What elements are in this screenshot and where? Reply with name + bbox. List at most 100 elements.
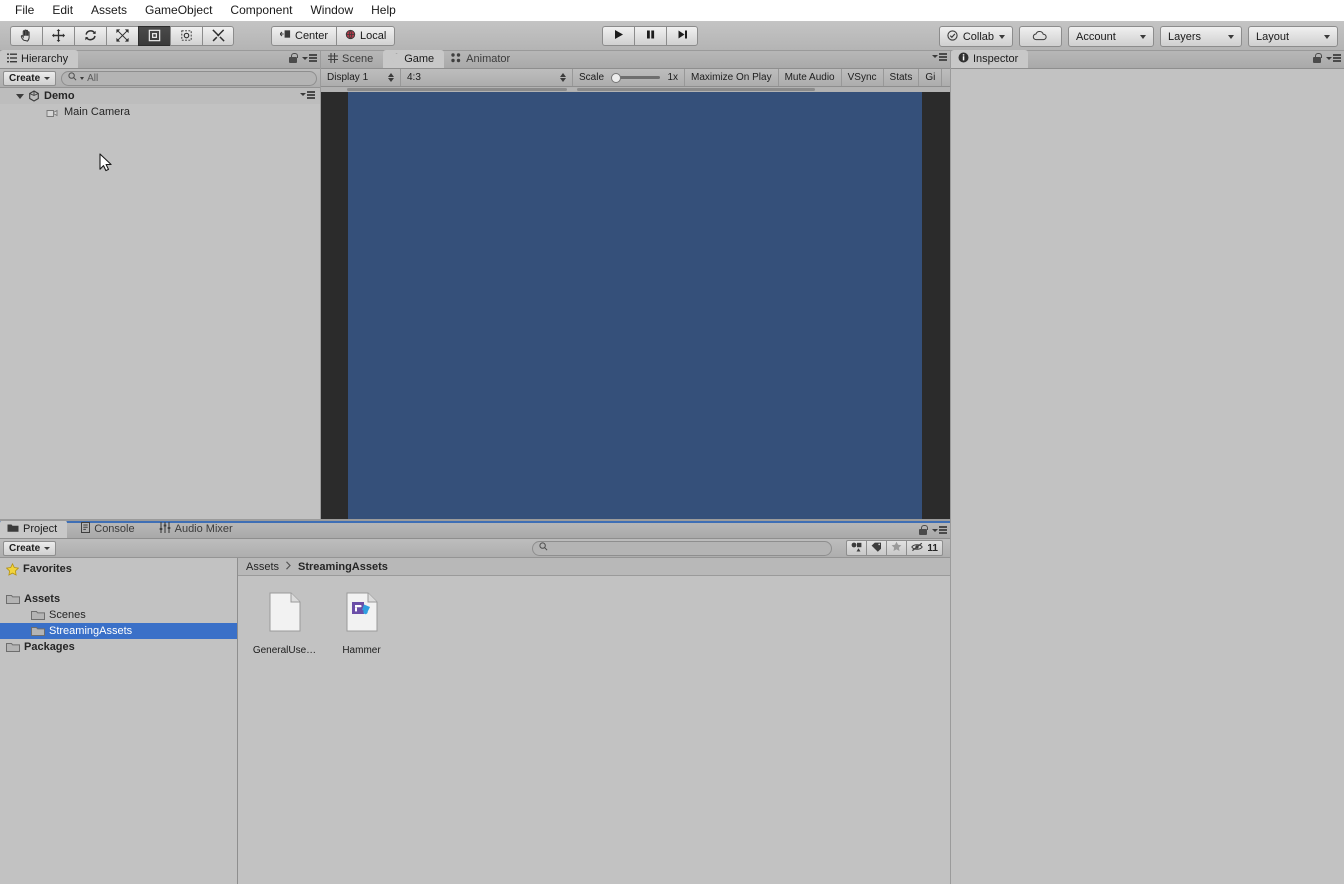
menu-file[interactable]: File (6, 1, 43, 20)
hierarchy-scene-row[interactable]: Demo (0, 88, 320, 104)
inspector-tabbar-actions (1313, 53, 1341, 63)
rotate-tool-button[interactable] (74, 25, 106, 46)
menu-component[interactable]: Component (221, 1, 301, 20)
project-tree-item-label: Packages (24, 641, 75, 653)
project-search-input[interactable] (532, 540, 833, 556)
project-tree-item-streamingassets[interactable]: StreamingAssets (0, 623, 237, 639)
tab-audio-mixer[interactable]: Audio Mixer (152, 520, 243, 538)
asset-item-label: GeneralUse… (252, 645, 317, 656)
vsync-toggle[interactable]: VSync (842, 69, 884, 86)
menu-window[interactable]: Window (301, 1, 362, 20)
stats-toggle[interactable]: Stats (884, 69, 920, 86)
play-button[interactable] (602, 26, 634, 46)
blank-document-icon (269, 592, 301, 635)
game-view-panel: Scene Game Animator Display 1 4:3 Scale … (321, 50, 950, 536)
project-tree-item-scenes[interactable]: Scenes (0, 607, 237, 623)
project-filter-group: 11 (846, 540, 943, 556)
lock-icon[interactable] (919, 525, 928, 535)
stats-label: Stats (889, 72, 913, 83)
hierarchy-item-main-camera[interactable]: Main Camera (0, 104, 320, 120)
hand-tool-button[interactable] (10, 25, 42, 46)
filter-by-type-button[interactable] (846, 540, 868, 556)
project-tree-item-favorites[interactable]: Favorites (0, 561, 237, 577)
menu-edit[interactable]: Edit (43, 1, 82, 20)
custom-tool-button[interactable] (202, 25, 234, 46)
chevron-down-icon (44, 546, 51, 550)
hierarchy-search-input[interactable]: All (61, 70, 317, 86)
services-cloud-button[interactable] (1019, 26, 1062, 47)
project-toolbar: Create 11 (0, 539, 950, 558)
account-button[interactable]: Account (1068, 26, 1154, 47)
tab-scene-label: Scene (342, 53, 374, 65)
project-options-button[interactable] (932, 526, 947, 534)
scale-slider-knob[interactable] (611, 72, 622, 83)
chevron-down-icon[interactable] (16, 93, 24, 99)
tab-inspector[interactable]: Inspector (951, 50, 1029, 68)
project-tree-item-assets[interactable]: Assets (0, 591, 237, 607)
game-view-render[interactable] (348, 92, 922, 523)
game-view-stage[interactable] (321, 87, 950, 536)
lock-icon[interactable] (1313, 53, 1322, 63)
gizmos-dropdown[interactable]: Gi (919, 69, 943, 86)
rect-tool-button[interactable] (138, 25, 170, 46)
scale-slider[interactable]: Scale 1x (573, 69, 685, 86)
maximize-on-play-toggle[interactable]: Maximize On Play (685, 69, 779, 86)
tab-animator[interactable]: Animator (444, 50, 520, 68)
space-mode-label: Local (360, 29, 387, 42)
asset-item-generaluse[interactable]: GeneralUse… (246, 592, 323, 656)
layout-button[interactable]: Layout (1248, 26, 1338, 47)
inspector-options-button[interactable] (1326, 54, 1341, 62)
pivot-mode-button[interactable]: Center (271, 25, 337, 46)
hierarchy-options-button[interactable] (302, 54, 317, 62)
lock-icon[interactable] (289, 53, 298, 63)
tab-hierarchy[interactable]: Hierarchy (0, 50, 79, 68)
project-panel: Project Console Audio Mixer Create 11 Fa… (0, 520, 950, 884)
project-create-button[interactable]: Create (3, 540, 57, 556)
favorites-filter-button[interactable] (887, 540, 908, 556)
tab-game[interactable]: Game (383, 50, 445, 68)
globe-local-icon (345, 29, 356, 43)
move-tool-button[interactable] (42, 25, 74, 46)
scale-tool-button[interactable] (106, 25, 138, 46)
tab-project[interactable]: Project (0, 520, 68, 538)
menu-gameobject[interactable]: GameObject (136, 1, 221, 20)
menu-help[interactable]: Help (362, 1, 405, 20)
scale-slider-track[interactable] (611, 72, 661, 83)
search-icon (68, 72, 77, 84)
stepper-icon (388, 73, 394, 82)
collab-button[interactable]: Collab (938, 26, 1013, 47)
layers-button[interactable]: Layers (1160, 26, 1242, 47)
display-dropdown[interactable]: Display 1 (321, 69, 401, 86)
game-view-options-button[interactable] (932, 53, 947, 61)
unity-scene-icon (28, 90, 40, 102)
filter-by-label-button[interactable] (867, 540, 888, 556)
tab-console[interactable]: Console (74, 520, 144, 538)
scene-options-button[interactable] (300, 91, 315, 99)
tab-hierarchy-label: Hierarchy (21, 53, 69, 65)
hidden-packages-button[interactable]: 11 (907, 540, 943, 556)
panel-divider-horizontal[interactable] (0, 519, 950, 521)
project-tree-item-packages[interactable]: Packages (0, 639, 237, 655)
menu-assets[interactable]: Assets (82, 1, 136, 20)
project-tree[interactable]: Favorites Assets Scenes StreamingAssets … (0, 558, 238, 884)
panel-divider-vertical[interactable] (320, 51, 321, 519)
chevron-down-icon (1326, 56, 1332, 60)
transform-tool-button[interactable] (170, 25, 202, 46)
tab-scene[interactable]: Scene (321, 50, 383, 68)
hierarchy-tree[interactable]: Demo Main Camera (0, 88, 320, 516)
panel-divider-inspector[interactable] (950, 51, 951, 884)
mute-audio-toggle[interactable]: Mute Audio (779, 69, 842, 86)
pause-button[interactable] (634, 26, 666, 46)
asset-item-hammer[interactable]: Hammer (323, 592, 400, 656)
hierarchy-create-button[interactable]: Create (3, 70, 57, 86)
project-tabbar-actions (919, 525, 947, 535)
breadcrumb-item-current[interactable]: StreamingAssets (298, 561, 388, 573)
space-mode-button[interactable]: Local (336, 25, 396, 46)
menu-icon (309, 54, 317, 62)
project-tree-item-label: Scenes (49, 609, 86, 621)
aspect-dropdown[interactable]: 4:3 (401, 69, 573, 86)
asset-grid[interactable]: GeneralUse… Hammer (238, 576, 950, 656)
game-view-tabbar: Scene Game Animator (321, 50, 950, 69)
step-button[interactable] (666, 26, 698, 46)
breadcrumb-item-assets[interactable]: Assets (246, 561, 279, 573)
